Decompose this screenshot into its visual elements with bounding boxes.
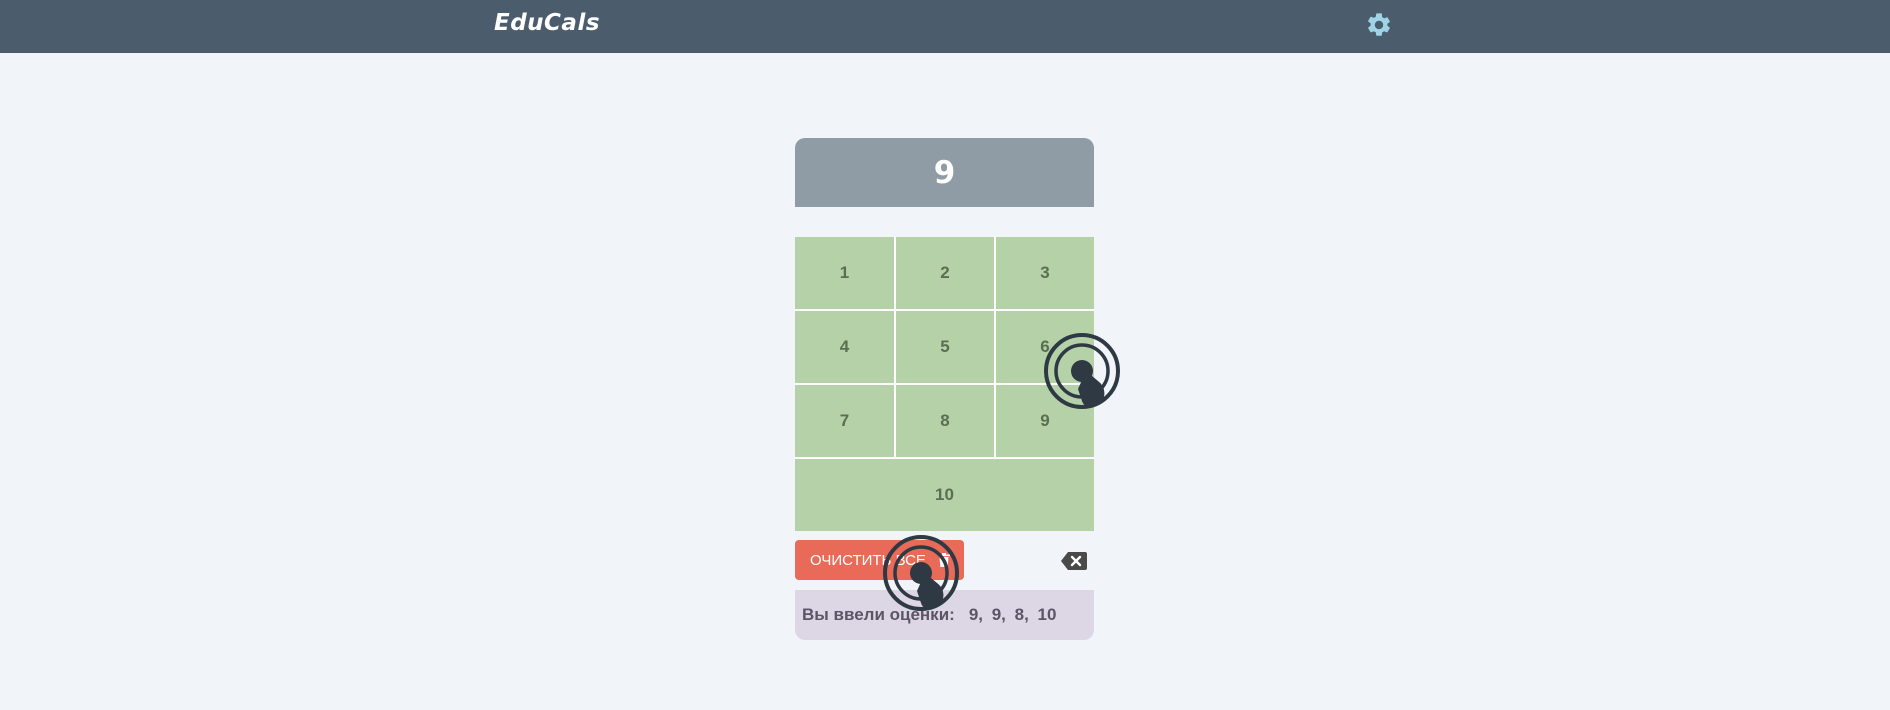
top-bar: EduCals: [0, 0, 1890, 53]
entered-grades-values: 9, 9, 8, 10: [968, 605, 1057, 624]
key-3[interactable]: 3: [996, 237, 1094, 309]
key-4[interactable]: 4: [795, 311, 894, 383]
key-7[interactable]: 7: [795, 385, 894, 457]
key-6[interactable]: 6: [996, 311, 1094, 383]
key-8[interactable]: 8: [896, 385, 994, 457]
entered-grades-label: Вы ввели оценки:: [802, 605, 955, 624]
backspace-icon[interactable]: [1061, 552, 1087, 570]
key-10[interactable]: 10: [795, 459, 1094, 531]
key-2[interactable]: 2: [896, 237, 994, 309]
display-value: 9: [795, 138, 1094, 207]
calculator: 9 1 2 3 4 5 6 7 8 9 10 ОЧИСТИТЬ ВСЕ Вы в…: [795, 138, 1094, 640]
key-5[interactable]: 5: [896, 311, 994, 383]
keypad: 1 2 3 4 5 6 7 8 9 10: [795, 237, 1094, 531]
gear-icon[interactable]: [1365, 11, 1393, 39]
entered-grades-panel: Вы ввели оценки: 9, 9, 8, 10: [795, 590, 1094, 640]
app-logo[interactable]: EduCals: [494, 10, 600, 36]
key-9[interactable]: 9: [996, 385, 1094, 457]
clear-all-label: ОЧИСТИТЬ ВСЕ: [810, 551, 926, 569]
key-1[interactable]: 1: [795, 237, 894, 309]
trash-icon: [937, 553, 950, 567]
clear-all-button[interactable]: ОЧИСТИТЬ ВСЕ: [795, 540, 964, 580]
